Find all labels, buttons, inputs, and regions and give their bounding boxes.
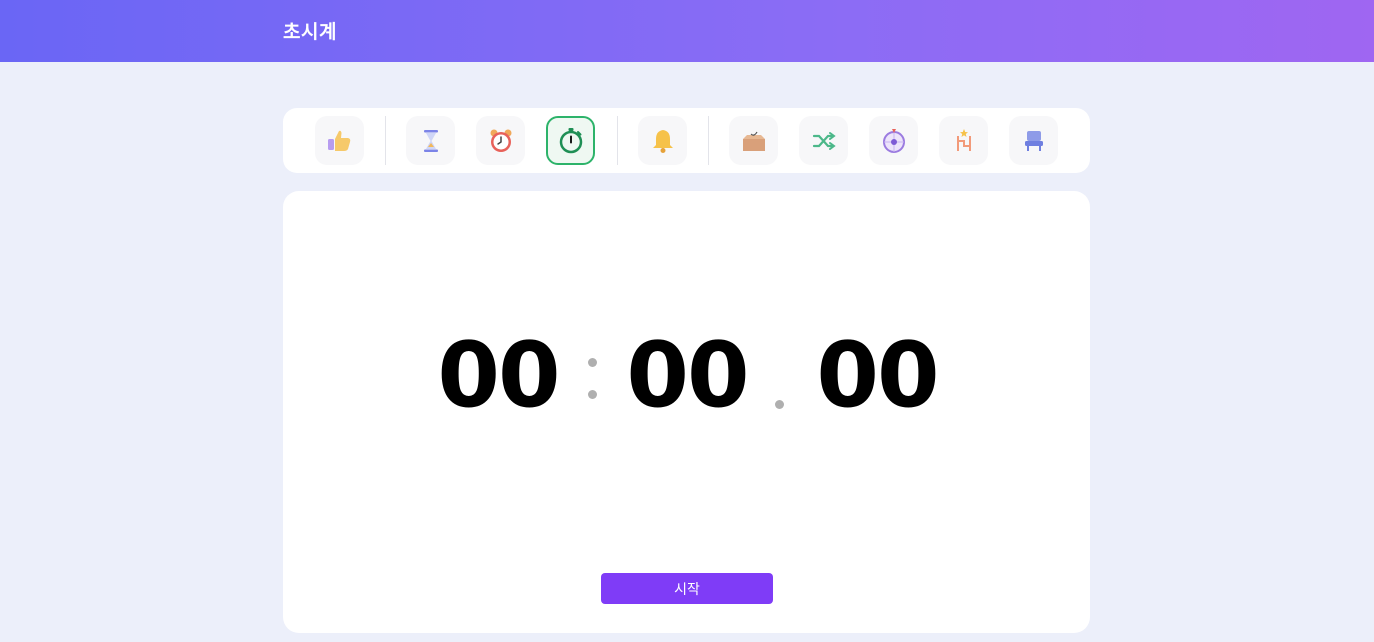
- toolbar-divider: [617, 116, 618, 165]
- tool-ladder-button[interactable]: [939, 116, 988, 165]
- thumbs-up-icon: [327, 130, 350, 151]
- hourglass-icon: [423, 129, 438, 152]
- tool-roulette-button[interactable]: [869, 116, 918, 165]
- tool-seat-button[interactable]: [1009, 116, 1058, 165]
- tool-box-button[interactable]: [729, 116, 778, 165]
- seconds-display: 00: [626, 323, 749, 428]
- app-title: 초시계: [283, 21, 337, 43]
- bell-icon: [652, 129, 673, 153]
- box-icon: [742, 131, 765, 151]
- tool-stopwatch-button[interactable]: [546, 116, 595, 165]
- tool-shuffle-button[interactable]: [799, 116, 848, 165]
- colon-separator-top: [588, 358, 597, 367]
- minutes-display: 00: [437, 323, 560, 428]
- roulette-icon: [882, 128, 905, 153]
- tool-alarm-clock-button[interactable]: [476, 116, 525, 165]
- decimal-separator: [775, 400, 784, 409]
- alarm-clock-icon: [490, 129, 511, 152]
- shuffle-icon: [812, 131, 836, 150]
- tool-thumbs-up-button[interactable]: [315, 116, 364, 165]
- stopwatch-icon: [559, 127, 582, 153]
- seat-icon: [1024, 130, 1043, 151]
- toolbar-divider: [385, 116, 386, 165]
- stopwatch-panel: 00 00 00 시작: [283, 191, 1090, 633]
- toolbar-divider: [708, 116, 709, 165]
- ladder-icon: [956, 128, 971, 151]
- tool-toolbar: [283, 108, 1090, 173]
- centiseconds-display: 00: [816, 323, 939, 428]
- tool-bell-button[interactable]: [638, 116, 687, 165]
- colon-separator-bottom: [588, 390, 597, 399]
- tool-hourglass-button[interactable]: [406, 116, 455, 165]
- app-header: 초시계: [0, 0, 1374, 62]
- start-button[interactable]: 시작: [601, 573, 773, 604]
